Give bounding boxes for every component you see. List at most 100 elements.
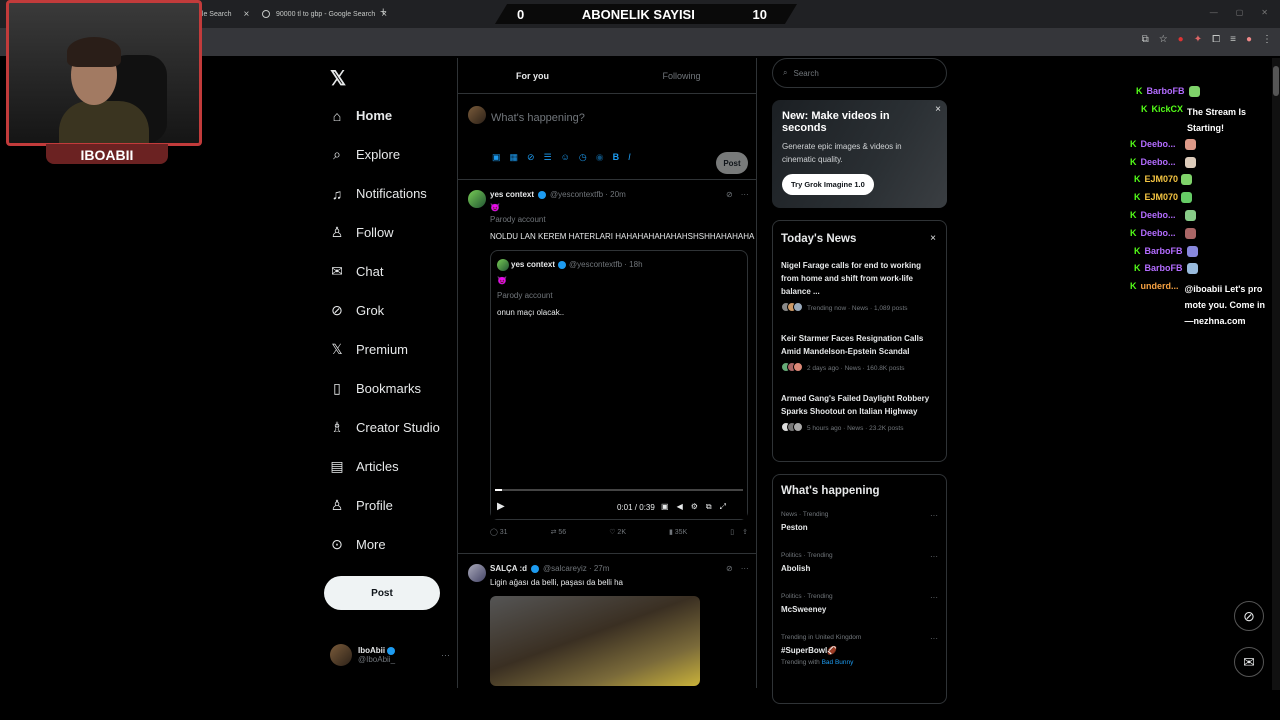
bookmark-icon[interactable]: ▯ bbox=[730, 528, 734, 536]
volume-icon[interactable]: ◀ bbox=[677, 502, 683, 512]
extension-red-icon[interactable]: ● bbox=[1178, 34, 1184, 45]
messages-icon[interactable]: ✉ bbox=[1234, 647, 1264, 677]
fullscreen-icon[interactable]: ⤢ bbox=[720, 502, 726, 512]
grok-icon[interactable]: ⊘ bbox=[726, 190, 733, 199]
trend-item[interactable]: Politics · Trending McSweeney ··· bbox=[773, 593, 946, 634]
new-tab-button[interactable]: + bbox=[380, 6, 386, 18]
more-options-icon[interactable]: ··· bbox=[441, 650, 450, 660]
more-options-icon[interactable]: ··· bbox=[930, 634, 938, 643]
nav-profile[interactable]: ♙ Profile bbox=[320, 486, 450, 525]
scrollbar-thumb[interactable] bbox=[1273, 66, 1279, 96]
author-name[interactable]: yes context bbox=[490, 190, 534, 199]
tweet-menu: ⊘ ··· bbox=[726, 190, 749, 199]
nav-grok[interactable]: ⊘ Grok bbox=[320, 291, 450, 330]
list-icon[interactable]: ≡ bbox=[1230, 34, 1236, 45]
gif-icon[interactable]: ▦ bbox=[510, 152, 519, 163]
tweet-image[interactable] bbox=[490, 596, 700, 686]
video-progress-track[interactable] bbox=[495, 489, 743, 491]
chat-text: @iboabii Let's promote you. Come in—nezh… bbox=[1184, 284, 1266, 327]
nav-premium[interactable]: 𝕏 Premium bbox=[320, 330, 450, 369]
x-logo-icon[interactable]: 𝕏 bbox=[330, 66, 346, 91]
nav-articles[interactable]: ▤ Articles bbox=[320, 447, 450, 486]
search-input[interactable]: ⌕ Search bbox=[772, 58, 947, 88]
views-button[interactable]: ▮ 35K bbox=[669, 528, 687, 536]
nav-explore[interactable]: ⌕ Explore bbox=[320, 135, 450, 174]
extension-icon[interactable]: ✦ bbox=[1194, 34, 1202, 45]
tab-following[interactable]: Following bbox=[607, 58, 756, 93]
nav-notifications[interactable]: ♫ Notifications bbox=[320, 174, 450, 213]
bold-icon[interactable]: B bbox=[613, 152, 620, 163]
tab-for-you[interactable]: For you bbox=[458, 58, 607, 93]
schedule-icon[interactable]: ◷ bbox=[579, 152, 587, 163]
more-options-icon[interactable]: ··· bbox=[930, 511, 938, 520]
try-grok-button[interactable]: Try Grok Imagine 1.0 bbox=[782, 174, 874, 195]
grok-icon[interactable]: ⊘ bbox=[1234, 601, 1264, 631]
nav-label: Notifications bbox=[356, 186, 427, 201]
news-item[interactable]: Keir Starmer Faces Resignation Calls Ami… bbox=[773, 332, 946, 374]
image-icon[interactable]: ▣ bbox=[492, 152, 501, 163]
nav-creator-studio[interactable]: ♗ Creator Studio bbox=[320, 408, 450, 447]
tweet[interactable]: SALÇA :d @salcareyiz · 27m ⊘ ··· Ligin ağ… bbox=[458, 554, 756, 688]
cast-icon[interactable]: ⧉ bbox=[1142, 34, 1149, 45]
tab-label: Following bbox=[662, 70, 701, 81]
page-scrollbar[interactable] bbox=[1272, 58, 1280, 690]
trend-with-link[interactable]: Bad Bunny bbox=[822, 659, 854, 666]
more-options-icon[interactable]: ··· bbox=[930, 552, 938, 561]
views-count: 35K bbox=[674, 529, 688, 536]
italic-icon[interactable]: I bbox=[628, 152, 631, 163]
author-handle[interactable]: @yescontextfb · 20m bbox=[550, 190, 626, 199]
poll-icon[interactable]: ☰ bbox=[544, 152, 552, 163]
more-options-icon[interactable]: ··· bbox=[741, 564, 749, 573]
like-button[interactable]: ♡ 2K bbox=[609, 528, 626, 536]
news-item[interactable]: Armed Gang's Failed Daylight Robbery Spa… bbox=[773, 392, 946, 434]
puzzle-icon[interactable]: ⧠ bbox=[1212, 34, 1220, 45]
like-count: 2K bbox=[617, 529, 626, 536]
close-icon[interactable]: × bbox=[243, 9, 249, 20]
captions-icon[interactable]: ▣ bbox=[661, 502, 669, 512]
post-button[interactable]: Post bbox=[324, 576, 440, 610]
avatar[interactable] bbox=[468, 190, 486, 208]
news-item[interactable]: Nigel Farage calls for end to working fr… bbox=[773, 259, 946, 314]
toolbar-icons: ⧉ ☆ ● ✦ ⧠ ≡ ● ⋮ bbox=[1142, 34, 1272, 45]
compose-post-button[interactable]: Post bbox=[716, 152, 748, 174]
menu-icon[interactable]: ⋮ bbox=[1262, 34, 1272, 45]
location-icon[interactable]: ◉ bbox=[596, 152, 604, 163]
reply-button[interactable]: ◯ 31 bbox=[490, 528, 508, 536]
avatar[interactable] bbox=[468, 564, 486, 582]
settings-icon[interactable]: ⚙ bbox=[691, 502, 698, 512]
pip-icon[interactable]: ⧉ bbox=[706, 502, 712, 512]
maximize-icon[interactable]: ▢ bbox=[1236, 8, 1244, 17]
avatar[interactable]: ● bbox=[1246, 34, 1252, 45]
compose-input[interactable]: What's happening? bbox=[491, 112, 585, 124]
close-icon[interactable]: × bbox=[930, 233, 936, 244]
grok-icon[interactable]: ⊘ bbox=[527, 152, 535, 163]
nav-follow[interactable]: ♙ Follow bbox=[320, 213, 450, 252]
repost-button[interactable]: ⇄ 56 bbox=[551, 528, 567, 536]
share-icon[interactable]: ⇪ bbox=[742, 528, 748, 536]
bell-icon: ♫ bbox=[331, 185, 343, 202]
emoji-icon[interactable]: ☺ bbox=[561, 152, 570, 163]
nav-more[interactable]: ⊙ More bbox=[320, 525, 450, 564]
nav-home[interactable]: ⌂ Home bbox=[320, 96, 450, 135]
browser-tab[interactable]: 90000 tl to gbp - Google Search × bbox=[254, 2, 395, 26]
more-options-icon[interactable]: ··· bbox=[930, 593, 938, 602]
tweet-header: yes context @yescontextfb · 20m bbox=[490, 190, 626, 199]
trend-item[interactable]: Politics · Trending Abolish ··· bbox=[773, 552, 946, 593]
author-name[interactable]: SALÇA :d bbox=[490, 564, 527, 573]
video-player[interactable]: ▶ 0:01 / 0:39 ▣ ◀ ⚙ ⧉ ⤢ bbox=[491, 331, 747, 519]
close-icon[interactable]: × bbox=[935, 104, 941, 115]
minimize-icon[interactable]: — bbox=[1210, 8, 1218, 17]
author-handle[interactable]: @salcareyiz · 27m bbox=[543, 564, 609, 573]
trend-item[interactable]: News · Trending Peston ··· bbox=[773, 511, 946, 552]
play-icon[interactable]: ▶ bbox=[497, 501, 505, 512]
quoted-tweet[interactable]: yes context @yescontextfb · 18h 😈 Parody… bbox=[490, 250, 748, 520]
nav-chat[interactable]: ✉ Chat bbox=[320, 252, 450, 291]
star-icon[interactable]: ☆ bbox=[1159, 34, 1168, 45]
tweet[interactable]: yes context @yescontextfb · 20m ⊘ ··· 😈 P… bbox=[458, 180, 756, 554]
close-window-icon[interactable]: ✕ bbox=[1261, 8, 1268, 17]
nav-bookmarks[interactable]: ▯ Bookmarks bbox=[320, 369, 450, 408]
grok-icon[interactable]: ⊘ bbox=[726, 564, 733, 573]
trend-item[interactable]: Trending in United Kingdom #SuperBowl🏈 T… bbox=[773, 634, 946, 675]
more-options-icon[interactable]: ··· bbox=[741, 190, 749, 199]
account-switcher[interactable]: IboAbii @IboAbii_ ··· bbox=[330, 644, 450, 666]
